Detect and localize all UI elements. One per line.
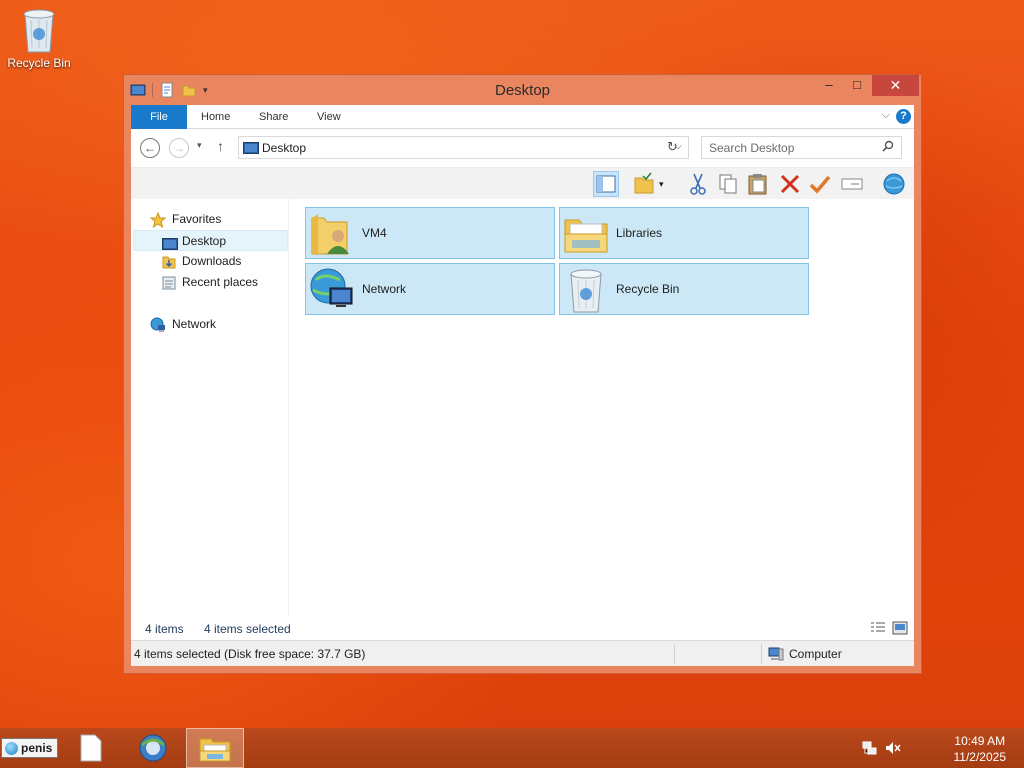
select-dropdown-icon[interactable]: ▾ <box>659 171 671 197</box>
file-item-vm4[interactable]: VM4 <box>305 207 555 259</box>
details-view-icon[interactable] <box>870 621 886 635</box>
tab-home[interactable]: Home <box>201 105 230 129</box>
start-label: penis <box>21 741 53 755</box>
tab-share[interactable]: Share <box>259 105 288 129</box>
file-item-network[interactable]: Network <box>305 263 555 315</box>
clock-date: 11/2/2025 <box>953 750 1007 764</box>
tab-view[interactable]: View <box>317 105 341 129</box>
navigation-bar: ← → ▾ ↑ Desktop ⌵ ↻ Search Desktop <box>131 129 914 167</box>
taskbar-file-explorer[interactable] <box>186 728 244 768</box>
network-tray-icon[interactable] <box>862 740 878 756</box>
search-icon[interactable] <box>882 140 894 155</box>
clock[interactable]: 10:49 AM 11/2/2025 <box>954 733 1007 765</box>
window-client: File Home Share View ⌵ ? ← → ▾ ↑ Desktop… <box>131 105 914 666</box>
recent-places-icon <box>161 275 177 291</box>
file-item-recycle-bin[interactable]: Recycle Bin <box>559 263 809 315</box>
copy-icon[interactable] <box>715 171 741 197</box>
selected-count: 4 items selected <box>204 622 291 636</box>
window-title: Desktop <box>494 82 551 99</box>
ribbon-tabs: File Home Share View ⌵ ? <box>131 105 914 129</box>
close-button[interactable]: ✕ <box>872 75 919 96</box>
computer-icon <box>768 647 784 661</box>
taskbar-browser[interactable] <box>124 728 182 768</box>
volume-muted-icon[interactable] <box>885 740 901 756</box>
recycle-bin-icon <box>562 266 610 314</box>
search-placeholder: Search Desktop <box>709 141 795 155</box>
start-button[interactable]: penis <box>1 738 59 758</box>
navigation-pane: Favorites Desktop Downloads Recent place… <box>131 199 289 616</box>
large-icons-view-icon[interactable] <box>892 621 908 635</box>
expand-ribbon-icon[interactable]: ⌵ <box>882 109 890 122</box>
clock-time: 10:49 AM <box>954 734 1006 748</box>
file-item-name: Network <box>362 282 407 296</box>
item-count: 4 items <box>145 622 184 636</box>
desktop-icon <box>162 236 178 252</box>
start-orb-icon <box>5 741 18 755</box>
search-box[interactable]: Search Desktop <box>701 136 902 159</box>
maximize-button[interactable]: □ <box>843 75 871 96</box>
taskbar: penis 10:49 AM 11/2/2025 <box>0 728 1024 768</box>
star-icon <box>149 211 167 229</box>
file-item-libraries[interactable]: Libraries <box>559 207 809 259</box>
sidebar-item-recent-places[interactable]: Recent places <box>133 272 288 293</box>
explorer-window: ▾ Desktop – □ ✕ File Home Share View ⌵ ?… <box>123 74 922 674</box>
status-zone: Computer <box>789 647 842 661</box>
title-bar[interactable]: ▾ Desktop – □ ✕ <box>124 75 921 105</box>
sidebar-item-downloads[interactable]: Downloads <box>133 251 288 272</box>
tab-file[interactable]: File <box>131 105 187 129</box>
sidebar-item-label: Network <box>172 317 217 331</box>
file-item-name: VM4 <box>362 226 387 240</box>
file-list[interactable]: VM4 Libraries Network Recycle Bin <box>289 199 914 616</box>
recent-locations-button[interactable]: ▾ <box>197 140 202 151</box>
desktop-recycle-bin[interactable]: Recycle Bin <box>4 6 74 70</box>
network-icon <box>150 317 166 333</box>
rename-check-icon[interactable] <box>807 171 833 197</box>
desktop-icon <box>243 142 259 154</box>
status-divider <box>761 644 762 664</box>
item-count-row: 4 items 4 items selected <box>131 616 914 640</box>
paste-icon[interactable] <box>745 171 771 197</box>
desktop-icon-label: Recycle Bin <box>7 56 71 70</box>
libraries-icon <box>562 210 610 258</box>
network-globe-small-icon[interactable] <box>881 171 907 197</box>
taskbar-document[interactable] <box>62 728 120 768</box>
delete-icon[interactable] <box>777 171 803 197</box>
preview-pane-icon[interactable] <box>593 171 619 197</box>
up-button[interactable]: ↑ <box>217 138 224 154</box>
document-icon <box>80 734 102 762</box>
status-bar: 4 items selected (Disk free space: 37.7 … <box>131 640 914 666</box>
sidebar-item-favorites[interactable]: Favorites <box>133 209 288 230</box>
back-button[interactable]: ← <box>140 138 160 158</box>
sidebar-item-network[interactable]: Network <box>133 314 288 335</box>
network-globe-icon <box>308 266 356 314</box>
status-detail: 4 items selected (Disk free space: 37.7 … <box>134 647 366 661</box>
forward-button[interactable]: → <box>169 138 189 158</box>
system-tray: 10:49 AM 11/2/2025 <box>862 728 1024 768</box>
refresh-icon[interactable]: ↻ <box>667 139 678 155</box>
sidebar-item-label: Favorites <box>172 212 222 226</box>
cut-icon[interactable] <box>685 171 711 197</box>
sidebar-item-label: Recent places <box>182 275 259 289</box>
address-text: Desktop <box>262 141 307 155</box>
browser-globe-icon <box>139 734 167 762</box>
help-icon[interactable]: ? <box>896 109 911 124</box>
select-all-icon[interactable] <box>631 171 657 197</box>
minimize-button[interactable]: – <box>815 75 843 96</box>
command-toolbar: ▾ <box>131 167 914 199</box>
file-item-name: Recycle Bin <box>616 282 680 296</box>
status-divider <box>674 644 675 664</box>
rename-box-icon[interactable] <box>839 171 865 197</box>
address-bar[interactable]: Desktop ⌵ <box>238 136 689 159</box>
sidebar-item-desktop[interactable]: Desktop <box>133 230 288 251</box>
user-folder-icon <box>308 210 356 258</box>
sidebar-item-label: Downloads <box>182 254 242 268</box>
file-item-name: Libraries <box>616 226 663 240</box>
recycle-bin-icon <box>19 6 59 54</box>
sidebar-item-label: Desktop <box>182 234 227 248</box>
file-explorer-icon <box>199 738 231 762</box>
downloads-icon <box>161 254 177 270</box>
